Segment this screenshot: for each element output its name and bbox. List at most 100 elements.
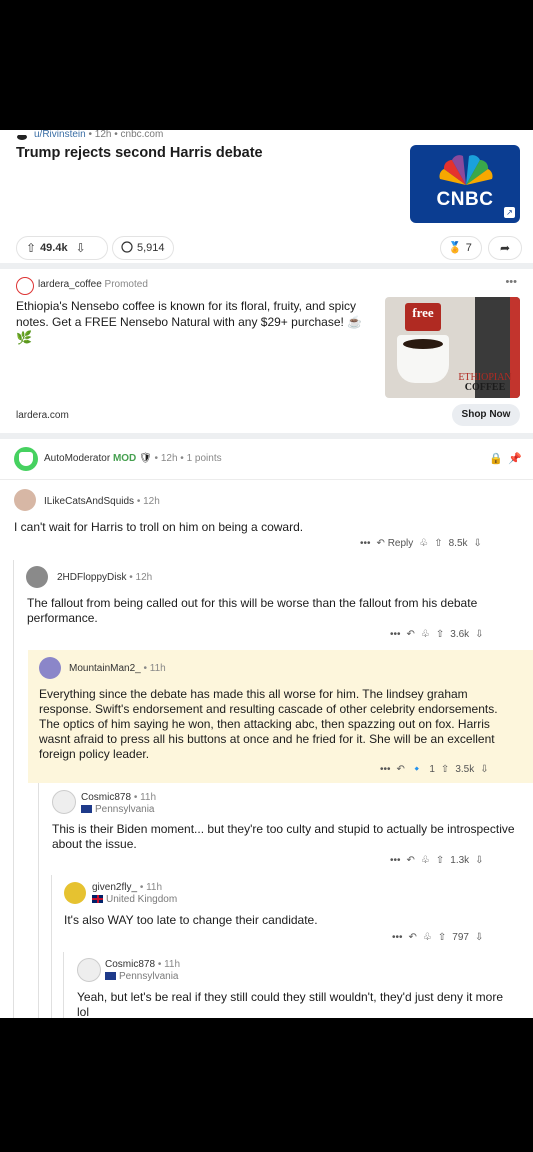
mod-shield-emoji-icon: 🛡 — [139, 453, 152, 464]
reply-icon[interactable]: ↶ — [409, 932, 417, 943]
comment-bubble-icon — [121, 240, 133, 256]
post-upvote-count: 49.4k — [40, 242, 68, 254]
thread-line — [51, 875, 52, 1018]
downvote-icon[interactable]: ⇩ — [475, 855, 483, 866]
comments-button[interactable]: 5,914 — [112, 236, 174, 260]
comment-username[interactable]: Cosmic878 — [81, 792, 131, 803]
award-button[interactable]: 🏅 7 — [440, 236, 482, 260]
more-options-icon[interactable]: ••• — [392, 932, 403, 943]
ad-header: lardera_coffee Promoted — [38, 279, 148, 290]
ad-more-options-icon[interactable]: ••• — [505, 276, 517, 288]
user-flair: United Kingdom — [92, 894, 177, 905]
comment-username[interactable]: given2fly_ — [92, 882, 137, 893]
award-icon[interactable]: ♧ — [421, 629, 430, 640]
downvote-icon[interactable]: ⇩ — [474, 538, 482, 549]
downvote-icon[interactable]: ⇩ — [480, 764, 488, 775]
reply-icon[interactable]: ↶ — [397, 764, 405, 775]
leaf-emoji-icon: 🌿 — [16, 330, 33, 345]
award-count: 1 — [429, 764, 435, 775]
reply-icon[interactable]: ↶ — [407, 629, 415, 640]
comment-age: 11h — [164, 959, 181, 970]
user-avatar[interactable] — [26, 566, 48, 588]
post-title[interactable]: Trump rejects second Harris debate — [16, 145, 386, 161]
post-meta: u/Rivinstein • 12h • cnbc.com — [16, 130, 163, 140]
comment-username[interactable]: ILikeCatsAndSquids — [44, 496, 134, 507]
post-author-link[interactable]: u/Rivinstein — [34, 130, 86, 140]
user-avatar[interactable] — [14, 489, 36, 511]
downvote-icon[interactable]: ⇩ — [475, 629, 483, 640]
promoted-label: Promoted — [104, 279, 148, 290]
ad-image[interactable]: free ETHIOPIAN COFFEE — [385, 297, 520, 398]
reply-icon[interactable]: ↶ — [407, 855, 415, 866]
reddit-post-screen: u/Rivinstein • 12h • cnbc.com Trump reje… — [0, 130, 533, 1018]
user-flair: Pennsylvania — [81, 804, 154, 815]
shop-now-button[interactable]: Shop Now — [452, 404, 520, 426]
coffee-surface — [403, 339, 443, 349]
comment-text: I can't wait for Harris to troll on him … — [14, 520, 304, 534]
comment-username[interactable]: Cosmic878 — [105, 959, 155, 970]
section-divider — [0, 433, 533, 439]
advertiser-avatar[interactable] — [16, 277, 34, 295]
pin-icon: 📌 — [508, 453, 522, 465]
award-icon[interactable]: ♧ — [423, 932, 432, 943]
user-avatar[interactable] — [64, 882, 86, 904]
comment-actions: ••• ↶ ♧ ⇧ 1.3k ⇩ — [390, 855, 484, 866]
pennsylvania-flag-icon — [105, 972, 116, 980]
advertiser-name[interactable]: lardera_coffee — [38, 279, 102, 290]
ad-domain[interactable]: lardera.com — [16, 410, 69, 421]
comment-age: 11h — [146, 882, 163, 893]
upvote-icon[interactable]: ⇧ — [438, 932, 446, 943]
comment-username[interactable]: MountainMan2_ — [69, 663, 141, 674]
flair-text: Pennsylvania — [95, 804, 155, 815]
upvote-icon[interactable]: ⇧ — [434, 538, 442, 549]
user-avatar[interactable] — [39, 657, 61, 679]
automod-name[interactable]: AutoModerator — [44, 453, 110, 464]
more-options-icon[interactable]: ••• — [390, 629, 401, 640]
upvote-icon[interactable]: ⇧ — [26, 242, 36, 254]
comment-actions: ••• ↶ ♧ ⇧ 797 ⇩ — [392, 932, 483, 943]
comment-age: 11h — [149, 663, 166, 674]
share-icon: ➦ — [499, 241, 511, 255]
comment-age: 12h — [143, 496, 160, 507]
comment-text: This is their Biden moment... but they'r… — [52, 822, 515, 851]
downvote-icon[interactable]: ⇩ — [76, 242, 86, 254]
award-icon: 🏅 — [448, 241, 462, 254]
cnbc-peacock-logo — [439, 155, 493, 185]
award-icon[interactable]: ♧ — [419, 538, 428, 549]
post-domain[interactable]: cnbc.com — [121, 130, 164, 140]
link-thumbnail[interactable]: CNBC ↗ — [410, 145, 520, 223]
award-icon[interactable]: 🔹 — [411, 764, 423, 775]
pennsylvania-flag-icon — [81, 805, 92, 813]
thread-line — [13, 560, 14, 1018]
share-button[interactable]: ➦ — [488, 236, 522, 260]
ad-text: Ethiopia's Nensebo coffee is known for i… — [16, 299, 363, 329]
upvote-icon[interactable]: ⇧ — [441, 764, 449, 775]
automod-avatar[interactable] — [14, 447, 38, 471]
more-options-icon[interactable]: ••• — [390, 855, 401, 866]
external-link-icon: ↗ — [504, 207, 515, 218]
award-count: 7 — [465, 242, 472, 254]
award-icon[interactable]: ♧ — [421, 855, 430, 866]
upvote-icon[interactable]: ⇧ — [436, 855, 444, 866]
reply-label: Reply — [387, 538, 414, 549]
vote-count: 8.5k — [448, 538, 468, 549]
ethiopian-coffee-label: ETHIOPIAN COFFEE — [453, 373, 517, 393]
automod-age: 12h — [160, 453, 178, 464]
comment-username[interactable]: 2HDFloppyDisk — [57, 572, 126, 583]
flair-text: United Kingdom — [106, 894, 178, 905]
comment-header: 2HDFloppyDisk • 12h — [57, 572, 153, 583]
post-age: 12h — [94, 130, 112, 140]
comment-text: It's also WAY too late to change their c… — [64, 913, 318, 927]
reply-button[interactable]: ↶ Reply — [377, 538, 414, 549]
upvote-icon[interactable]: ⇧ — [436, 629, 444, 640]
more-options-icon[interactable]: ••• — [380, 764, 391, 775]
reply-icon: ↶ — [376, 538, 385, 549]
lock-icon: 🔒 — [489, 453, 503, 465]
downvote-icon[interactable]: ⇩ — [475, 932, 483, 943]
user-avatar[interactable] — [52, 790, 76, 814]
user-avatar[interactable] — [77, 958, 101, 982]
mod-badge: MOD — [112, 453, 137, 464]
thread-line — [38, 783, 39, 1018]
comment-header: MountainMan2_ • 11h — [69, 663, 166, 674]
more-options-icon[interactable]: ••• — [360, 538, 371, 549]
